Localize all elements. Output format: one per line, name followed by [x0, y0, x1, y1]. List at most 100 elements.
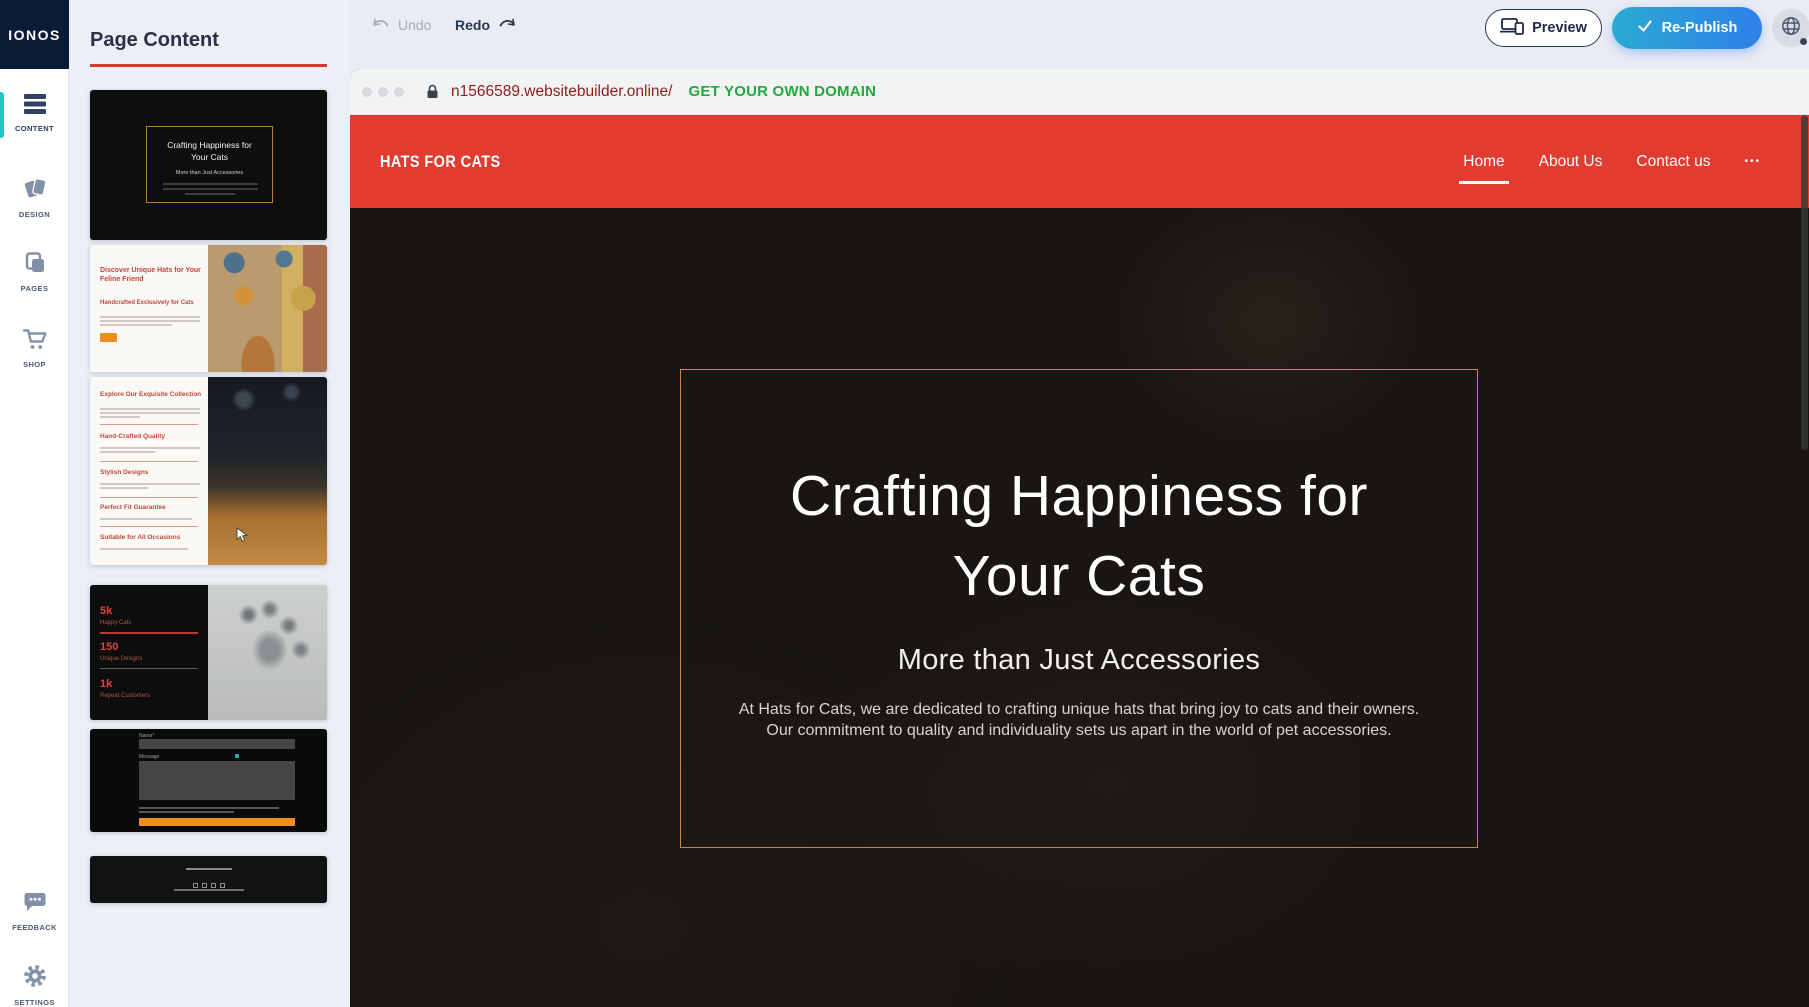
nav-item-home[interactable]: Home — [1463, 153, 1504, 171]
thumbnail-heading: Perfect Fit Guarantee — [100, 504, 206, 512]
sidebar-item-shop[interactable]: SHOP — [0, 327, 69, 369]
window-dot — [394, 87, 404, 97]
thumbnail-photo-cat-fur — [208, 377, 327, 565]
text-line-placeholder — [100, 451, 155, 453]
text-line-placeholder — [163, 183, 258, 185]
thumbnail-heading: Hand-Crafted Quality — [100, 433, 206, 441]
undo-icon — [372, 17, 391, 33]
design-icon — [22, 175, 48, 206]
site-nav: Home About Us Contact us ••• — [1463, 115, 1761, 208]
text-line-placeholder — [100, 447, 200, 449]
text-line-placeholder — [139, 811, 234, 813]
check-icon — [1637, 19, 1653, 37]
sidebar-item-label: SHOP — [23, 360, 46, 369]
site-url: n1566589.websitebuilder.online/ — [451, 83, 672, 101]
cart-icon — [22, 327, 48, 356]
text-line-placeholder — [100, 320, 200, 322]
divider — [100, 424, 198, 425]
social-icon-placeholder — [220, 883, 225, 888]
nav-item-contact[interactable]: Contact us — [1636, 153, 1710, 171]
sidebar-item-label: SETTINGS — [14, 998, 55, 1007]
text-line-placeholder — [163, 188, 258, 190]
selected-section-indicator — [90, 64, 327, 67]
stat-value: 1k — [100, 678, 112, 690]
sidebar-item-label: CONTENT — [15, 124, 54, 133]
social-icon-placeholder — [211, 883, 216, 888]
thumbnail-form-icon — [235, 754, 239, 758]
sidebar-item-settings[interactable]: SETTINGS — [0, 963, 69, 1007]
republish-button[interactable]: Re-Publish — [1612, 7, 1762, 49]
section-thumbnail-features[interactable]: Explore Our Exquisite Collection Hand-Cr… — [90, 377, 327, 565]
sidebar-item-pages[interactable]: PAGES — [0, 251, 69, 293]
globe-icon — [1780, 15, 1802, 42]
text-line-placeholder — [100, 316, 200, 318]
stat-label: Repeat Customers — [100, 693, 150, 699]
gear-icon — [22, 963, 48, 994]
sidebar-item-label: PAGES — [21, 284, 49, 293]
section-thumbnail-stats[interactable]: 5k Happy Cats 150 Unique Designs 1k Repe… — [90, 585, 327, 720]
get-domain-link[interactable]: GET YOUR OWN DOMAIN — [688, 83, 876, 100]
text-line-placeholder — [100, 548, 188, 550]
thumbnail-heading: Stylish Designs — [100, 469, 206, 477]
sidebar-item-label: DESIGN — [19, 210, 50, 219]
section-thumbnail-contact[interactable]: Name* Message — [90, 729, 327, 832]
divider — [100, 632, 198, 634]
browser-url-bar: n1566589.websitebuilder.online/ GET YOUR… — [350, 69, 1809, 115]
content-icon — [22, 93, 48, 120]
thumbnail-form-message-label: Message — [139, 754, 159, 760]
thumbnail-hero-subtitle: More than Just Accessories — [147, 170, 272, 176]
stat-value: 150 — [100, 641, 118, 653]
hero-section[interactable]: Crafting Happiness for Your Cats More th… — [350, 208, 1809, 1007]
stat-label: Unique Designs — [100, 656, 142, 662]
redo-icon — [497, 17, 516, 33]
text-line-placeholder — [100, 324, 172, 326]
stat-label: Happy Cats — [100, 620, 131, 626]
preview-button[interactable]: Preview — [1485, 9, 1602, 47]
thumbnail-form-input — [139, 739, 295, 749]
divider — [100, 461, 198, 462]
canvas-scrollbar[interactable] — [1801, 115, 1808, 450]
divider — [100, 526, 198, 527]
sidebar-item-label: FEEDBACK — [12, 923, 57, 932]
mouse-cursor — [236, 527, 249, 548]
redo-button[interactable]: Redo — [455, 17, 516, 33]
thumbnail-photo-street-cat — [208, 245, 327, 372]
site-logo[interactable]: HATS FOR CATS — [380, 115, 501, 208]
text-line-placeholder — [100, 408, 200, 410]
section-thumbnail-hero[interactable]: Crafting Happiness for Your Cats More th… — [90, 90, 327, 240]
stat-value: 5k — [100, 605, 112, 617]
nav-more-icon[interactable]: ••• — [1744, 156, 1761, 167]
text-line-placeholder — [100, 412, 200, 414]
thumbnail-subheading: Handcrafted Exclusively for Cats — [100, 300, 212, 306]
thumbnail-heading: Discover Unique Hats for Your Feline Fri… — [100, 266, 208, 284]
thumbnail-photo-paw-print — [208, 585, 327, 720]
feedback-chat-icon — [22, 890, 48, 919]
thumbnail-hero-title: Crafting Happiness for Your Cats — [147, 139, 272, 163]
nav-item-about[interactable]: About Us — [1539, 153, 1603, 171]
page-content-panel: Page Content Crafting Happiness for Your… — [69, 0, 350, 1007]
section-thumbnail-footer[interactable] — [90, 856, 327, 903]
text-line-placeholder — [186, 868, 232, 870]
text-line-placeholder — [185, 193, 235, 195]
text-line-placeholder — [100, 487, 148, 489]
undo-button[interactable]: Undo — [372, 17, 431, 33]
website-canvas: n1566589.websitebuilder.online/ GET YOUR… — [350, 69, 1809, 1007]
thumbnail-form-textarea — [139, 761, 295, 800]
language-globe-button[interactable] — [1772, 9, 1809, 47]
hero-body-text: At Hats for Cats, we are dedicated to cr… — [724, 699, 1434, 741]
thumbnail-heading: Suitable for All Occasions — [100, 534, 206, 542]
text-line-placeholder — [174, 889, 244, 891]
editor-selection-box[interactable]: Crafting Happiness for Your Cats More th… — [680, 369, 1478, 848]
text-line-placeholder — [100, 518, 192, 520]
sidebar-item-design[interactable]: DESIGN — [0, 175, 69, 219]
divider — [100, 668, 198, 669]
app-root: IONOS CONTENT DESIGN — [0, 0, 1809, 1007]
sidebar-item-feedback[interactable]: FEEDBACK — [0, 890, 69, 932]
thumbnail-cta-button — [100, 333, 117, 342]
sidebar-item-content[interactable]: CONTENT — [0, 93, 69, 133]
text-line-placeholder — [100, 483, 200, 485]
thumbnail-submit-button — [139, 818, 295, 826]
divider — [100, 497, 198, 498]
section-thumbnail-about[interactable]: Discover Unique Hats for Your Feline Fri… — [90, 245, 327, 372]
pages-icon — [23, 251, 47, 280]
